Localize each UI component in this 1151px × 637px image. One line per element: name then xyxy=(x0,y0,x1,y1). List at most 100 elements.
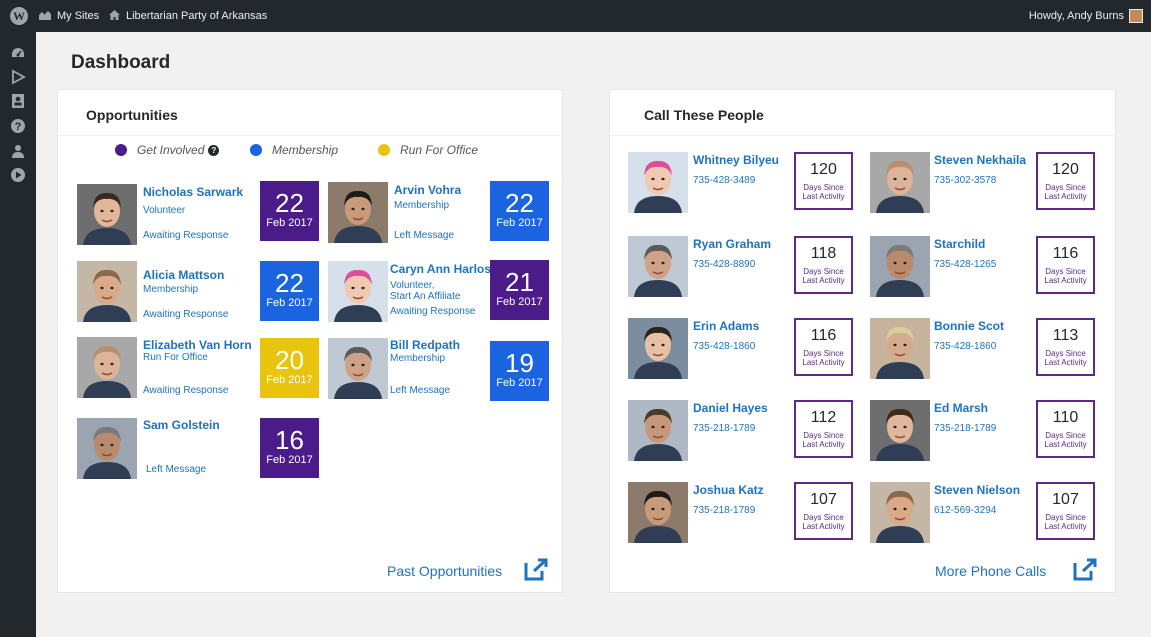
play-circle-icon[interactable] xyxy=(9,166,27,184)
call-person-name[interactable]: Ryan Graham xyxy=(693,237,771,251)
page-title: Dashboard xyxy=(71,52,171,73)
call-person-phone[interactable]: 735-218-1789 xyxy=(693,423,755,434)
days-label: Days Since Last Activity xyxy=(1044,183,1087,201)
contact-photo[interactable] xyxy=(328,261,388,322)
opportunity-name[interactable]: Nicholas Sarwark xyxy=(143,185,243,199)
days-count: 120 xyxy=(810,161,837,178)
contact-photo[interactable] xyxy=(328,182,388,243)
opportunity-status[interactable]: Awaiting Response xyxy=(390,306,475,317)
contact-photo[interactable] xyxy=(628,482,688,543)
my-sites-menu[interactable]: My Sites xyxy=(38,0,99,32)
legend-get-involved: Get Involved ? xyxy=(115,143,220,157)
contact-photo[interactable] xyxy=(870,152,930,213)
days-label: Days Since Last Activity xyxy=(1044,513,1087,531)
contact-card-icon[interactable] xyxy=(9,92,27,110)
days-label: Days Since Last Activity xyxy=(1044,267,1087,285)
call-person-phone[interactable]: 735-428-8890 xyxy=(693,259,755,270)
call-person-phone[interactable]: 735-302-3578 xyxy=(934,175,996,186)
contact-photo[interactable] xyxy=(870,400,930,461)
days-count: 116 xyxy=(810,327,837,344)
opportunity-role: Volunteer, Start An Affiliate xyxy=(390,280,461,302)
contact-photo[interactable] xyxy=(870,236,930,297)
call-person-phone[interactable]: 735-218-1789 xyxy=(693,505,755,516)
date-day: 22 xyxy=(275,268,304,298)
days-since-badge: 120 Days Since Last Activity xyxy=(1036,152,1095,210)
days-since-badge: 120 Days Since Last Activity xyxy=(794,152,853,210)
call-person-name[interactable]: Joshua Katz xyxy=(693,483,764,497)
call-person-name[interactable]: Steven Nekhaila xyxy=(934,153,1026,167)
external-link-icon[interactable] xyxy=(1072,557,1098,581)
contact-photo[interactable] xyxy=(628,400,688,461)
opportunity-status[interactable]: Left Message xyxy=(146,464,206,475)
avatar xyxy=(1129,9,1143,23)
date-month: Feb 2017 xyxy=(496,377,543,389)
opportunity-date-badge: 21 Feb 2017 xyxy=(490,260,549,320)
past-opportunities-link[interactable]: Past Opportunities xyxy=(387,563,502,579)
site-name-menu[interactable]: Libertarian Party of Arkansas xyxy=(108,0,267,32)
call-person-phone[interactable]: 735-218-1789 xyxy=(934,423,996,434)
call-person-phone[interactable]: 612-569-3294 xyxy=(934,505,996,516)
call-person-phone[interactable]: 735-428-3489 xyxy=(693,175,755,186)
call-person-name[interactable]: Ed Marsh xyxy=(934,401,988,415)
contact-photo[interactable] xyxy=(77,184,137,245)
call-person-name[interactable]: Steven Nielson xyxy=(934,483,1020,497)
contact-photo[interactable] xyxy=(870,318,930,379)
my-sites-icon xyxy=(38,9,52,24)
more-phone-calls-link[interactable]: More Phone Calls xyxy=(935,563,1046,579)
days-label: Days Since Last Activity xyxy=(802,267,845,285)
help-icon[interactable]: ? xyxy=(208,144,220,156)
call-person-name[interactable]: Bonnie Scot xyxy=(934,319,1004,333)
opportunity-status[interactable]: Left Message xyxy=(390,385,450,396)
opportunity-status[interactable]: Awaiting Response xyxy=(143,230,228,241)
opportunity-date-badge: 16 Feb 2017 xyxy=(260,418,319,478)
site-name-label: Libertarian Party of Arkansas xyxy=(126,10,268,22)
opportunity-status[interactable]: Awaiting Response xyxy=(143,309,228,320)
days-label: Days Since Last Activity xyxy=(1044,349,1087,367)
opportunity-date-badge: 22 Feb 2017 xyxy=(260,181,319,241)
opportunity-name[interactable]: Alicia Mattson xyxy=(143,268,224,282)
dashboard-icon[interactable] xyxy=(9,44,27,62)
person-icon[interactable] xyxy=(9,142,27,160)
call-person-name[interactable]: Erin Adams xyxy=(693,319,759,333)
legend-label: Run For Office xyxy=(400,143,479,157)
call-person-name[interactable]: Whitney Bilyeu xyxy=(693,153,779,167)
contact-photo[interactable] xyxy=(870,482,930,543)
opportunity-role: Membership xyxy=(390,353,446,364)
opportunity-name[interactable]: Bill Redpath xyxy=(390,338,460,352)
opportunity-date-badge: 19 Feb 2017 xyxy=(490,341,549,401)
call-person-name[interactable]: Starchild xyxy=(934,237,985,251)
contact-photo[interactable] xyxy=(628,318,688,379)
call-person-phone[interactable]: 735-428-1860 xyxy=(934,341,996,352)
my-sites-label: My Sites xyxy=(57,10,100,22)
opportunity-name[interactable]: Arvin Vohra xyxy=(394,183,461,197)
external-link-icon[interactable] xyxy=(523,557,549,581)
contact-photo[interactable] xyxy=(628,152,688,213)
opportunity-name[interactable]: Sam Golstein xyxy=(143,418,220,432)
opportunity-status[interactable]: Awaiting Response xyxy=(143,385,228,396)
days-since-badge: 116 Days Since Last Activity xyxy=(1036,236,1095,294)
contact-photo[interactable] xyxy=(328,338,388,399)
call-person-phone[interactable]: 735-428-1860 xyxy=(693,341,755,352)
contact-photo[interactable] xyxy=(628,236,688,297)
contact-photo[interactable] xyxy=(77,337,137,398)
contact-photo[interactable] xyxy=(77,418,137,479)
call-panel-title: Call These People xyxy=(610,90,1115,136)
opportunity-name[interactable]: Elizabeth Van Horn xyxy=(143,338,252,352)
opportunities-legend: Get Involved ? Membership Run For Office xyxy=(58,143,562,163)
help-icon[interactable]: ? xyxy=(9,117,27,135)
call-person-name[interactable]: Daniel Hayes xyxy=(693,401,768,415)
days-count: 110 xyxy=(1052,409,1079,426)
play-outline-icon[interactable] xyxy=(9,68,27,86)
opportunity-date-badge: 20 Feb 2017 xyxy=(260,338,319,398)
call-person-phone[interactable]: 735-428-1265 xyxy=(934,259,996,270)
account-menu[interactable]: Howdy, Andy Burns xyxy=(1029,0,1143,32)
opportunity-name[interactable]: Caryn Ann Harlos xyxy=(390,262,491,276)
opportunity-role: Membership xyxy=(394,200,450,211)
opportunity-role: Run For Office xyxy=(143,352,208,363)
wordpress-logo-button[interactable]: W xyxy=(10,0,28,32)
legend-dot xyxy=(115,144,127,156)
date-month: Feb 2017 xyxy=(496,217,543,229)
contact-photo[interactable] xyxy=(77,261,137,322)
days-since-badge: 118 Days Since Last Activity xyxy=(794,236,853,294)
opportunity-status[interactable]: Left Message xyxy=(394,230,454,241)
